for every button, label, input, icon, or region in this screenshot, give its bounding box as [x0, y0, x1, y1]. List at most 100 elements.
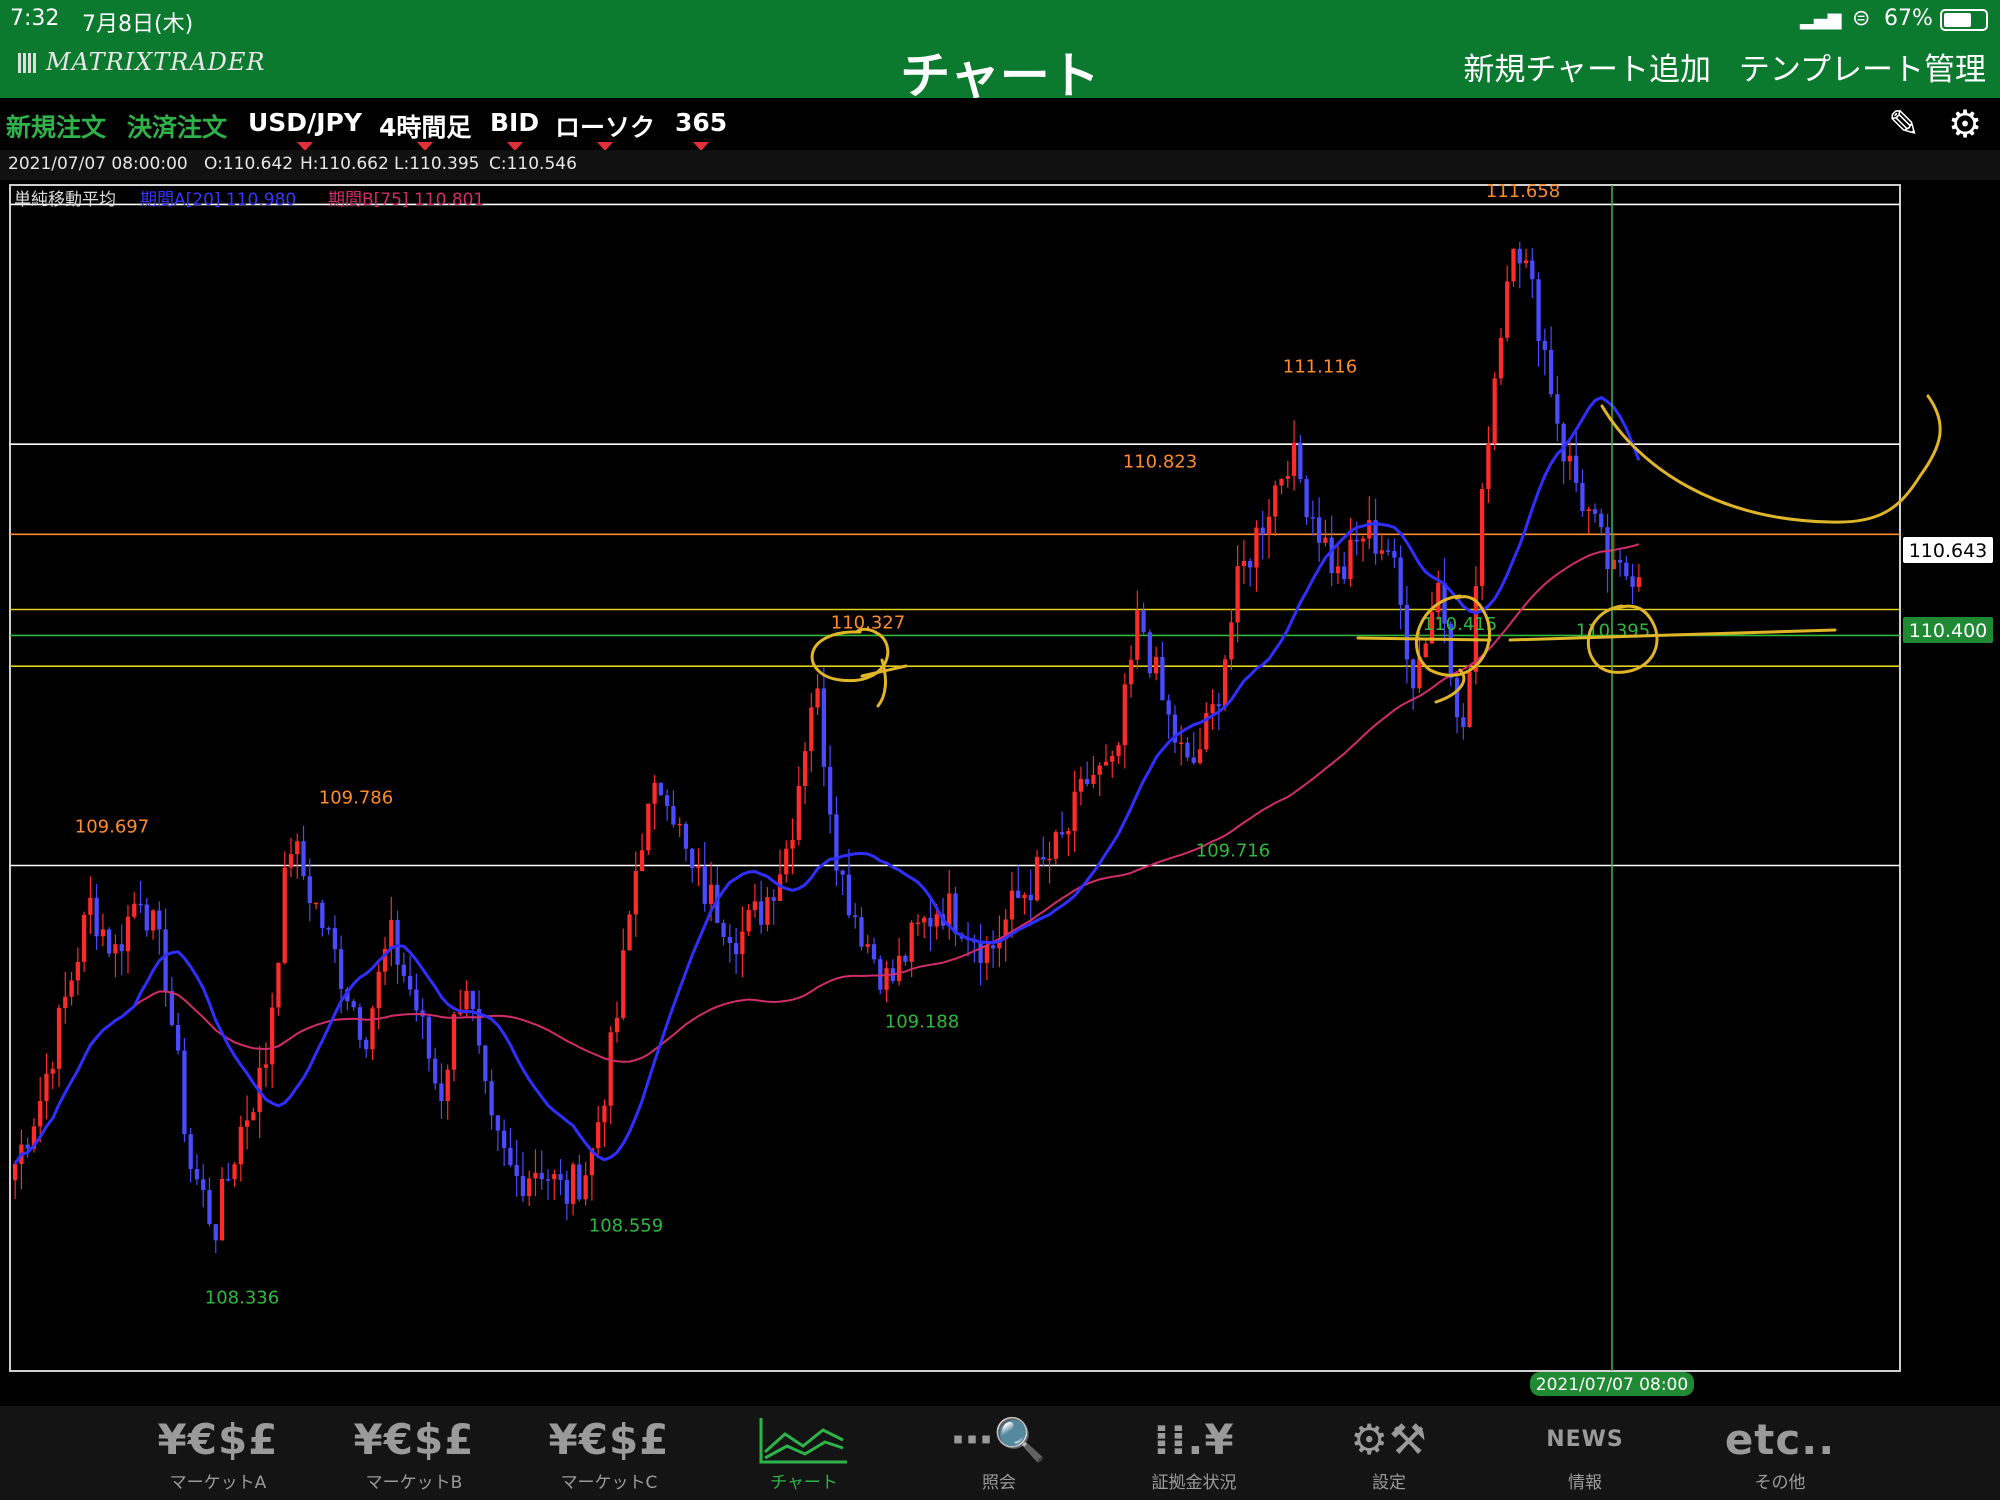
add-chart-button[interactable]: 新規チャート追加 [1463, 52, 1711, 88]
candle-body [320, 902, 325, 929]
candle-body [495, 1115, 500, 1131]
candle-body [690, 848, 695, 869]
candle-body [815, 688, 820, 708]
course-select[interactable]: 365 [675, 108, 727, 151]
candle-body [1342, 566, 1347, 580]
candle-body [1523, 260, 1529, 264]
nav-market-c[interactable]: ¥€$£ マーケットC [534, 1415, 684, 1494]
chart-icon [729, 1416, 879, 1468]
nav-settings[interactable]: ⚙⚒ 設定 [1314, 1416, 1464, 1494]
currency-pair-select[interactable]: USD/JPY [248, 108, 362, 151]
nav-news[interactable]: NEWS 情報 [1510, 1416, 1660, 1493]
candle-body [1248, 560, 1253, 568]
candle-body [332, 928, 337, 950]
candle-body [1624, 562, 1629, 577]
candle-body [570, 1164, 576, 1204]
candle-body [470, 990, 475, 1010]
ohlc-info-bar: 2021/07/07 08:00:00 O:110.642 H:110.662 … [0, 150, 2000, 180]
candle-body [865, 944, 870, 947]
candle-body [671, 806, 676, 825]
svg-text:2021/07/07 08:00: 2021/07/07 08:00 [1536, 1375, 1688, 1395]
news-icon: NEWS [1546, 1427, 1624, 1452]
close-order-button[interactable]: 決済注文 [127, 108, 227, 144]
candle-body [1605, 527, 1610, 570]
template-manage-button[interactable]: テンプレート管理 [1739, 52, 1986, 88]
candle-body [1555, 394, 1560, 424]
margin-icon: ⁞⁞.¥ [1153, 1415, 1235, 1464]
candle-body [984, 945, 989, 963]
nav-chart[interactable]: チャート [729, 1416, 879, 1493]
candle-body [1260, 527, 1265, 535]
candle-body [282, 867, 287, 963]
chart-type-select[interactable]: ローソク [555, 108, 655, 151]
candle-body [389, 919, 394, 949]
candle-datetime: 2021/07/07 08:00:00 [8, 154, 188, 174]
candle-body [1630, 576, 1635, 587]
candle-body [527, 1178, 532, 1197]
candle-body [150, 910, 156, 931]
candle-body [1009, 890, 1015, 920]
horizontal-lines [10, 203, 1900, 867]
candle-body [771, 897, 776, 901]
candle-body [733, 943, 739, 955]
nav-market-b[interactable]: ¥€$£ マーケットB [339, 1416, 489, 1494]
candle-body [1016, 890, 1021, 899]
candle-body [244, 1120, 250, 1127]
candle-body [1191, 757, 1196, 763]
candle-body [376, 971, 381, 1009]
search-icon: ⋯🔍 [950, 1415, 1048, 1464]
candle-body [144, 904, 149, 931]
pencil-icon[interactable]: ✎ [1888, 102, 1920, 146]
candle-body [182, 1050, 187, 1135]
nav-other[interactable]: etc.. その他 [1705, 1416, 1855, 1494]
nav-inquiry[interactable]: ⋯🔍 照会 [924, 1415, 1074, 1494]
candle-body [533, 1172, 538, 1179]
candle-body [1222, 659, 1228, 707]
new-order-button[interactable]: 新規注文 [6, 108, 106, 144]
candle-body [1492, 378, 1497, 444]
candle-body [1335, 566, 1341, 574]
candle-body [545, 1179, 551, 1181]
chart-toolbar: 新規注文 決済注文 USD/JPY 4時間足 BID ローソク 365 ✎ ⚙ [0, 98, 2000, 151]
candle-body [991, 945, 996, 949]
candle-body [370, 1008, 375, 1050]
candle-body [1454, 678, 1460, 718]
candle-body [853, 915, 858, 918]
candle-body [1348, 539, 1353, 580]
candle-body [790, 839, 795, 849]
candle-body [75, 961, 80, 981]
candle-body [658, 782, 663, 796]
candle-body [81, 914, 87, 962]
candle-body [978, 942, 983, 963]
candle-body [176, 1025, 181, 1051]
close-value: C:110.546 [489, 154, 577, 174]
candles [13, 241, 1641, 1254]
candle-body [295, 841, 300, 855]
price-chart[interactable]: 109.697109.786110.327110.823111.116111.6… [0, 180, 2000, 1406]
svg-text:110.643: 110.643 [1909, 540, 1988, 562]
candle-body [1329, 537, 1334, 574]
candle-body [558, 1174, 563, 1180]
current-price-tag: 110.643 [1903, 537, 1993, 563]
candle-body [1498, 337, 1504, 379]
candle-body [1059, 832, 1065, 835]
candle-body [802, 751, 808, 787]
candle-body [263, 1064, 269, 1068]
gear-icon[interactable]: ⚙ [1948, 102, 1982, 146]
candle-body [947, 893, 952, 926]
low-value: L:110.395 [394, 154, 480, 174]
candle-body [1530, 260, 1535, 280]
candle-body [119, 944, 124, 952]
timeframe-select[interactable]: 4時間足 [379, 108, 471, 151]
nav-market-a[interactable]: ¥€$£ マーケットA [143, 1416, 293, 1494]
candle-body [351, 1001, 356, 1008]
line-price-tag: 110.400 [1903, 617, 1993, 643]
candle-body [915, 922, 921, 924]
candle-body [414, 989, 419, 1011]
candle-body [909, 922, 914, 962]
candle-body [840, 870, 845, 875]
candle-body [633, 870, 638, 915]
currency-icon: ¥€$£ [548, 1415, 670, 1464]
nav-margin-status[interactable]: ⁞⁞.¥ 証拠金状況 [1119, 1415, 1269, 1494]
price-side-select[interactable]: BID [490, 108, 539, 151]
